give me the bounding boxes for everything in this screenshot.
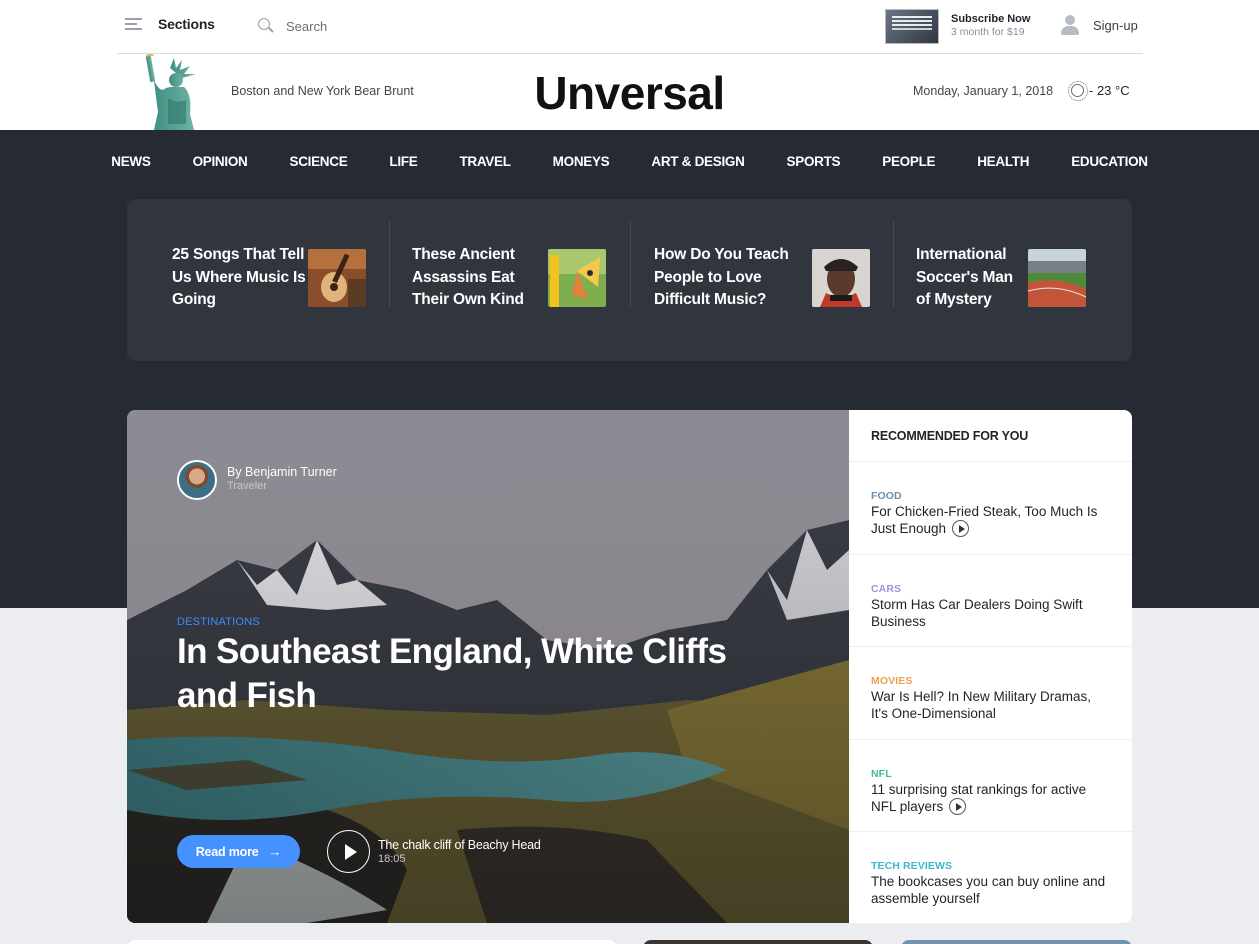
nav-item-sports[interactable]: SPORTS [766,130,862,194]
strip-divider [893,221,894,307]
subscribe-title: Subscribe Now [951,13,1031,25]
strip-article[interactable]: 25 Songs That Tell Us Where Music Is Goi… [172,244,367,314]
nav-item-art-design[interactable]: ART & DESIGN [630,130,765,194]
recommended-item[interactable]: TECH REVIEWS The bookcases you can buy o… [849,832,1132,923]
recommended-category: MOVIES [871,675,913,688]
subscribe-price: 3 month for $19 [951,26,1025,38]
main-nav: NEWS OPINION SCIENCE LIFE TRAVEL MONEYS … [0,130,1259,194]
hero-title[interactable]: In Southeast England, White Cliffs and F… [177,630,757,718]
play-icon[interactable] [952,520,970,537]
current-date: Monday, January 1, 2018 [913,84,1054,98]
play-icon[interactable] [949,797,967,815]
strip-article[interactable]: These Ancient Assassins Eat Their Own Ki… [412,244,612,314]
strip-divider [389,221,390,307]
user-icon [1061,15,1079,35]
stadium-thumb [1028,249,1086,307]
nav-item-life[interactable]: LIFE [368,130,438,194]
video-title[interactable]: The chalk cliff of Beachy Head [378,838,541,852]
strip-article[interactable]: International Soccer's Man of Mystery [916,244,1106,314]
author-role: Traveler [227,480,267,492]
hero-article[interactable]: By Benjamin Turner Traveler DESTINATIONS… [127,410,849,923]
menu-icon [125,17,142,31]
sections-button[interactable]: Sections [125,16,215,32]
recommended-title: The bookcases you can buy online and ass… [871,874,1106,907]
top-bar: Sections Subscribe Now 3 month for $19 S… [117,0,1143,54]
search-box [258,18,486,34]
weather-widget: - 23 °C [1068,81,1130,101]
strip-article-title: 25 Songs That Tell Us Where Music Is Goi… [172,246,306,308]
featured-strip: 25 Songs That Tell Us Where Music Is Goi… [127,199,1132,361]
bottom-card[interactable] [643,940,873,944]
nav-item-people[interactable]: PEOPLE [861,130,956,194]
search-input[interactable] [286,18,486,34]
strip-article-title: How Do You Teach People to Love Difficul… [654,246,789,308]
recommended-category: FOOD [871,490,902,502]
temperature: - 23 °C [1089,83,1130,98]
guitar-thumb [308,249,366,307]
nav-item-travel[interactable]: TRAVEL [438,130,531,194]
recommended-panel: RECOMMENDED FOR YOU FOOD For Chicken-Fri… [849,410,1132,923]
recommended-item[interactable]: FOOD For Chicken-Fried Steak, Too Much I… [849,462,1132,555]
author-name: By Benjamin Turner [227,465,337,479]
recommended-item[interactable]: CARS Storm Has Car Dealers Doing Swift B… [849,555,1132,648]
bottom-card[interactable] [127,940,617,944]
signup-label: Sign-up [1093,17,1138,33]
nav-item-moneys[interactable]: MONEYS [532,130,631,194]
recommended-category: TECH REVIEWS [871,860,953,873]
strip-article-title: These Ancient Assassins Eat Their Own Ki… [412,246,524,308]
nav-item-education[interactable]: EDUCATION [1050,130,1169,194]
sections-label: Sections [158,16,215,32]
strip-divider [630,221,631,307]
subscribe-thumbnail [885,9,939,44]
recommended-title: Storm Has Car Dealers Doing Swift Busine… [871,596,1083,629]
search-icon[interactable] [258,18,274,34]
recommended-category: NFL [871,767,892,780]
play-video-button[interactable] [327,830,370,873]
nav-item-science[interactable]: SCIENCE [268,130,368,194]
butterfly-thumb [548,249,606,307]
author-avatar [177,460,217,500]
recommended-title: For Chicken-Fried Steak, Too Much Is Jus… [871,504,1098,537]
signup-link[interactable]: Sign-up [1061,15,1138,35]
nav-item-opinion[interactable]: OPINION [172,130,269,194]
recommended-title: War Is Hell? In New Military Dramas, It'… [871,689,1092,722]
portrait-thumb [812,249,870,307]
nav-item-news[interactable]: NEWS [90,130,171,194]
recommended-heading: RECOMMENDED FOR YOU [849,410,1132,462]
nav-item-health[interactable]: HEALTH [956,130,1050,194]
recommended-title: 11 surprising stat rankings for active N… [871,781,1087,815]
bottom-card[interactable] [901,940,1132,944]
subscribe-link[interactable]: Subscribe Now 3 month for $19 [885,9,1030,44]
hero-author[interactable]: By Benjamin Turner Traveler [177,460,337,500]
recommended-item[interactable]: MOVIES War Is Hell? In New Military Dram… [849,647,1132,740]
strip-article-title: International Soccer's Man of Mystery [916,246,1013,308]
recommended-category: CARS [871,582,902,595]
arrow-right-icon: → [268,844,282,859]
video-duration: 18:05 [378,853,406,865]
sun-icon [1068,81,1088,101]
read-more-button[interactable]: Read more → [177,835,300,868]
strip-article[interactable]: How Do You Teach People to Love Difficul… [654,244,874,314]
hero-category[interactable]: DESTINATIONS [177,616,260,628]
recommended-item[interactable]: NFL 11 surprising stat rankings for acti… [849,740,1132,833]
read-more-label: Read more [195,844,259,859]
